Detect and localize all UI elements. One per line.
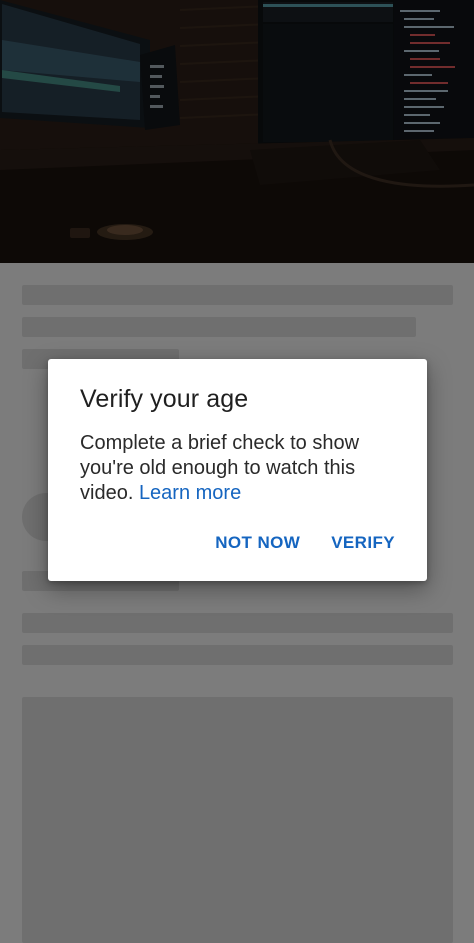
app-screen: Verify your age Complete a brief check t…	[0, 0, 474, 943]
age-verification-dialog: Verify your age Complete a brief check t…	[48, 359, 427, 581]
dialog-actions: NOT NOW VERIFY	[215, 533, 395, 553]
verify-button[interactable]: VERIFY	[331, 533, 395, 553]
dialog-title: Verify your age	[80, 385, 249, 413]
skeleton-next-video-block	[22, 697, 453, 943]
skeleton-title-line-2	[22, 317, 416, 337]
dialog-message: Complete a brief check to show you're ol…	[80, 431, 400, 506]
skeleton-row-1	[22, 613, 453, 633]
not-now-button[interactable]: NOT NOW	[215, 533, 300, 553]
learn-more-link[interactable]: Learn more	[139, 482, 241, 504]
video-player[interactable]	[0, 0, 474, 263]
skeleton-title-line-1	[22, 285, 453, 305]
skeleton-row-2	[22, 645, 453, 665]
video-thumbnail-image	[0, 0, 474, 263]
